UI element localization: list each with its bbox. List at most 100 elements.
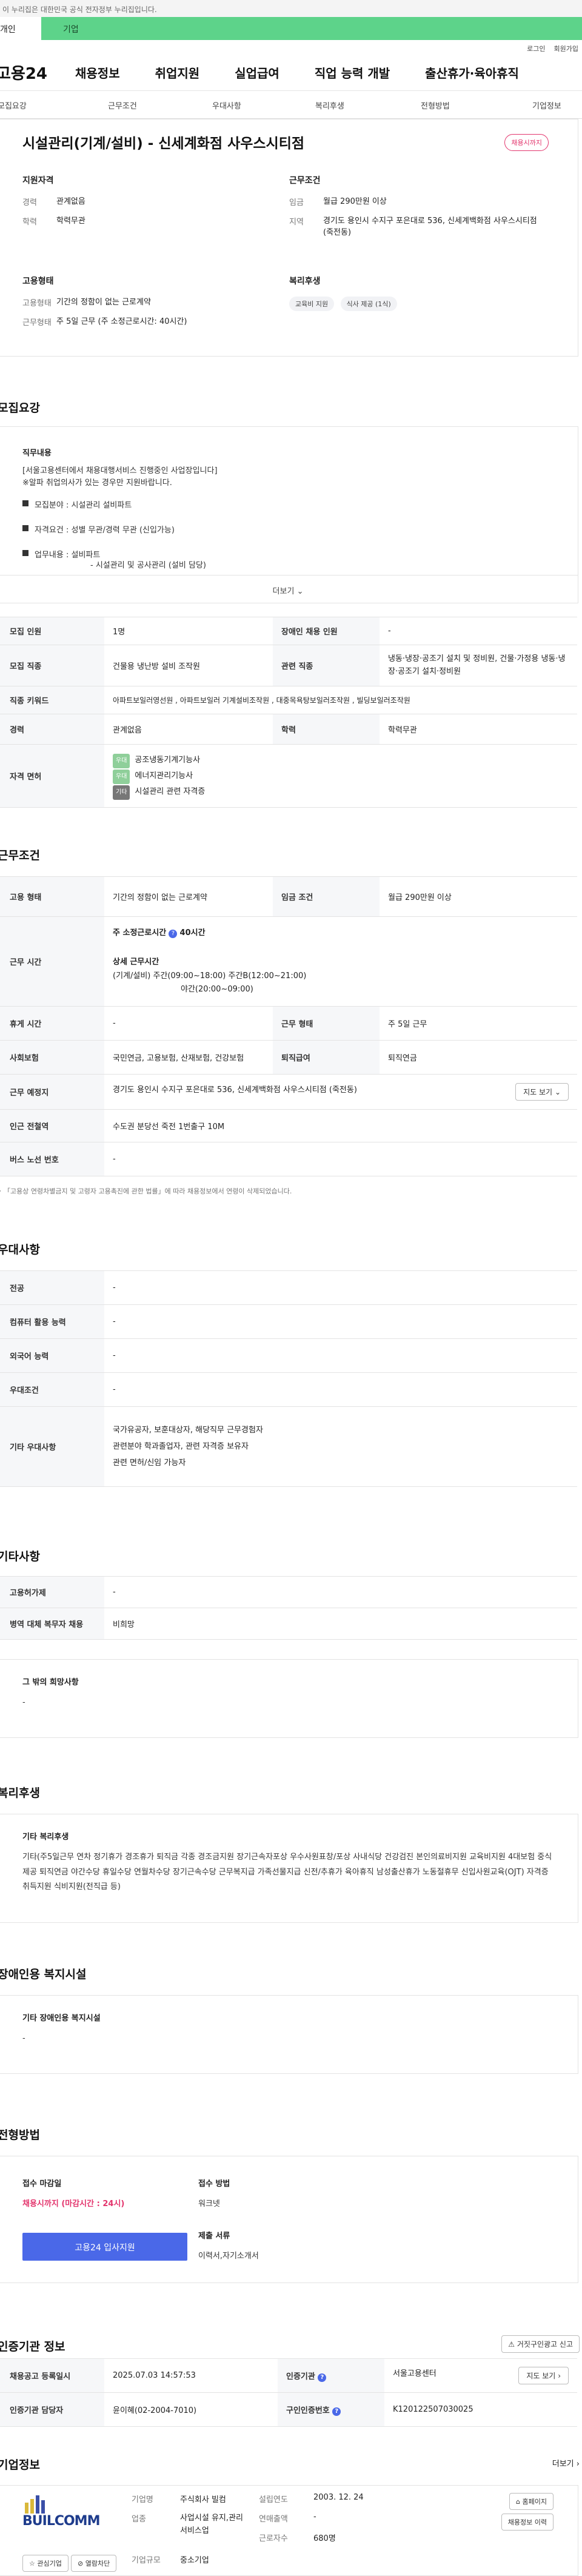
- disability-box: 기타 장애인용 복지시설 -: [0, 1995, 578, 2074]
- work-hours-value: 40시간: [179, 928, 206, 938]
- nav-training[interactable]: 직업 능력 개발: [315, 64, 390, 81]
- row-label: 버스 노선 번호: [0, 1142, 104, 1176]
- job-content-heading: 직무내용: [22, 449, 52, 458]
- section-cert-title: 인증기관 정보: [0, 2340, 65, 2353]
- row-label: 근무 형태: [273, 1006, 380, 1041]
- section-other-title: 기타사항: [0, 1550, 40, 1563]
- wish-heading: 그 밖의 희망사항: [22, 1678, 79, 1687]
- company-size-label: 기업규모: [132, 2556, 161, 2565]
- help-icon[interactable]: ?: [332, 2407, 341, 2416]
- job-description-card: 직무내용 [서울고용센터에서 채용대행서비스 진행중인 사업장입니다] ※알파 …: [0, 426, 578, 603]
- tab-preferences[interactable]: 우대사항: [212, 99, 241, 111]
- row-label: 경력: [0, 714, 104, 745]
- tab-company-info[interactable]: 기업정보: [532, 99, 561, 111]
- location-label: 지역: [289, 217, 304, 227]
- login-link[interactable]: 로그인: [527, 44, 545, 55]
- sales-label: 연매출액: [259, 2515, 288, 2524]
- row-label: 고용 형태: [0, 876, 104, 917]
- work-place-value: 경기도 용인시 수지구 포은대로 536, 신세계백화점 사우스시티점 (죽전동…: [113, 1085, 357, 1095]
- cert-name: 시설관리 관련 자격증: [135, 787, 206, 796]
- pref-line: 관련분야 학과졸업자, 관련 자격증 보유자: [113, 1441, 249, 1451]
- work-form-value: 주 5일 근무 (주 소정근로시간: 40시간): [56, 317, 187, 326]
- help-icon[interactable]: ?: [169, 930, 178, 939]
- map-button[interactable]: 지도 보기 ⌄: [515, 1083, 569, 1101]
- row-label: 기타 우대사항: [0, 1406, 104, 1487]
- preferences-table: 전공 - 컴퓨터 활용 능력 - 외국어 능력 - 우대조건 - 기타 우대사항 국가유…: [0, 1270, 577, 1487]
- docs-value: 이력서,자기소개서: [198, 2251, 259, 2261]
- row-value: -: [104, 1304, 577, 1339]
- company-name-label: 기업명: [132, 2495, 153, 2504]
- chevron-down-icon: ⌄: [296, 587, 304, 596]
- tab-recruit[interactable]: 모집요강: [0, 99, 27, 111]
- bullet-icon: [22, 525, 28, 531]
- job-bullet: 자격요건 : 성별 무관/경력 무관 (신입가능): [35, 526, 175, 535]
- detail-hours-line: 야간(20:00~09:00): [181, 984, 253, 994]
- row-value: -: [104, 1576, 577, 1608]
- industry-value: 사업시설 유지,관리 서비스업: [180, 2514, 243, 2535]
- row-value: 윤이혜(02-2004-7010): [104, 2392, 278, 2427]
- company-more-link[interactable]: 더보기 ›: [552, 2457, 580, 2469]
- method-heading: 접수 방법: [198, 2179, 230, 2189]
- tab-process[interactable]: 전형방법: [421, 99, 450, 111]
- disability-heading: 기타 장애인용 복지시설: [22, 2014, 101, 2023]
- welfare-chip: 교육비 지원: [289, 297, 335, 311]
- deadline-value: 채용시까지 (마감시간 : 24시): [22, 2199, 125, 2209]
- age-notice: • 「고용상 연령차별금지 및 고령자 고용촉진에 관한 법률」에 따라 채용정…: [0, 1187, 292, 1195]
- row-value: 국민연금, 고용보험, 산재보험, 건강보험: [104, 1040, 273, 1075]
- tab-company[interactable]: 기업: [41, 17, 582, 40]
- bullet-icon: [22, 500, 28, 506]
- row-label: 구인인증번호 ?: [278, 2392, 384, 2427]
- nav-unemployment-benefit[interactable]: 실업급여: [235, 64, 279, 81]
- nav-jobs[interactable]: 채용정보: [75, 64, 120, 81]
- row-label: 모집 직종: [0, 645, 104, 686]
- deadline-heading: 접수 마감일: [22, 2179, 62, 2189]
- report-button[interactable]: ⚠ 거짓구인광고 신고: [501, 2335, 580, 2353]
- cert-name: 공조냉동기계기능사: [135, 755, 201, 765]
- industry-label: 업종: [132, 2515, 146, 2524]
- more-button[interactable]: 더보기 ⌄: [0, 575, 578, 603]
- tab-individual[interactable]: 개인: [0, 17, 41, 40]
- founded-value: 2003. 12. 24: [313, 2493, 364, 2502]
- row-label: 관련 직종: [273, 645, 380, 686]
- employment-label: 고용형태: [22, 299, 52, 308]
- row-value: 1명: [104, 617, 273, 645]
- job-summary-card: 시설관리(기계/설비) - 신세계화점 사우스시티점 채용시까지 지원자격 경력…: [0, 119, 578, 357]
- signup-link[interactable]: 회원가입: [554, 44, 578, 55]
- job-bullet-sub: - 시설관리 및 공사관리 (설비 담당): [90, 561, 206, 570]
- employment-heading: 고용형태: [22, 277, 54, 286]
- row-label: 병역 대체 복무자 채용: [0, 1608, 104, 1640]
- company-card: BUILCOMM ☆ 관심기업 ⊘ 열람차단 기업명 주식회사 빌컴 업종 사업…: [0, 2485, 578, 2576]
- row-value: 주 5일 근무: [380, 1006, 577, 1041]
- career-label: 경력: [22, 198, 37, 207]
- section-conditions-title: 근무조건: [0, 849, 40, 862]
- chevron-right-icon: ›: [558, 2372, 561, 2380]
- apply-button[interactable]: 고용24 입사지원: [22, 2233, 187, 2261]
- row-value: 수도권 분당선 죽전 1번출구 10M: [104, 1109, 577, 1142]
- row-value: 아파트보일러영선원 , 아파트보일러 기계설비조작원 , 대중목욕탕보일러조작원…: [104, 686, 577, 714]
- work-form-label: 근무형태: [22, 318, 52, 327]
- tab-conditions[interactable]: 근무조건: [108, 99, 137, 111]
- favorite-button[interactable]: ☆ 관심기업: [22, 2555, 69, 2572]
- gov-notice: 이 누리집은 대한민국 공식 전자정부 누리집입니다.: [0, 0, 582, 17]
- section-process-title: 전형방법: [0, 2128, 40, 2142]
- conditions-table: 고용 형태 기간의 정함이 없는 근로계약 임금 조건 월급 290만원 이상 근무 …: [0, 876, 577, 1176]
- homepage-button[interactable]: ⌂ 홈페이지: [509, 2493, 554, 2510]
- row-label: 인증기관 담당자: [0, 2392, 104, 2427]
- help-icon[interactable]: ?: [318, 2373, 327, 2382]
- nav-maternity[interactable]: 출산휴가·육아휴직: [425, 64, 519, 81]
- row-label: 외국어 능력: [0, 1338, 104, 1373]
- row-label: 컴퓨터 활용 능력: [0, 1304, 104, 1339]
- site-logo[interactable]: 고용24: [0, 61, 69, 84]
- nav-employment-support[interactable]: 취업지원: [155, 64, 200, 81]
- row-label: 채용공고 등록일시: [0, 2358, 104, 2393]
- job-history-button[interactable]: 채용정보 이력: [501, 2514, 554, 2531]
- tab-welfare[interactable]: 복리후생: [315, 99, 344, 111]
- pref-line: 국가유공자, 보훈대상자, 해당직무 근무경험자: [113, 1425, 263, 1435]
- map-button[interactable]: 지도 보기 ›: [518, 2367, 569, 2384]
- row-label: 모집 인원: [0, 617, 104, 645]
- docs-heading: 제출 서류: [198, 2231, 230, 2241]
- block-button[interactable]: ⊘ 열람차단: [71, 2555, 117, 2572]
- work-hours-label: 주 소정근로시간: [113, 928, 167, 938]
- row-label: 임금 조건: [273, 876, 380, 917]
- job-content-line: [서울고용센터에서 채용대행서비스 진행중인 사업장입니다]: [22, 466, 218, 475]
